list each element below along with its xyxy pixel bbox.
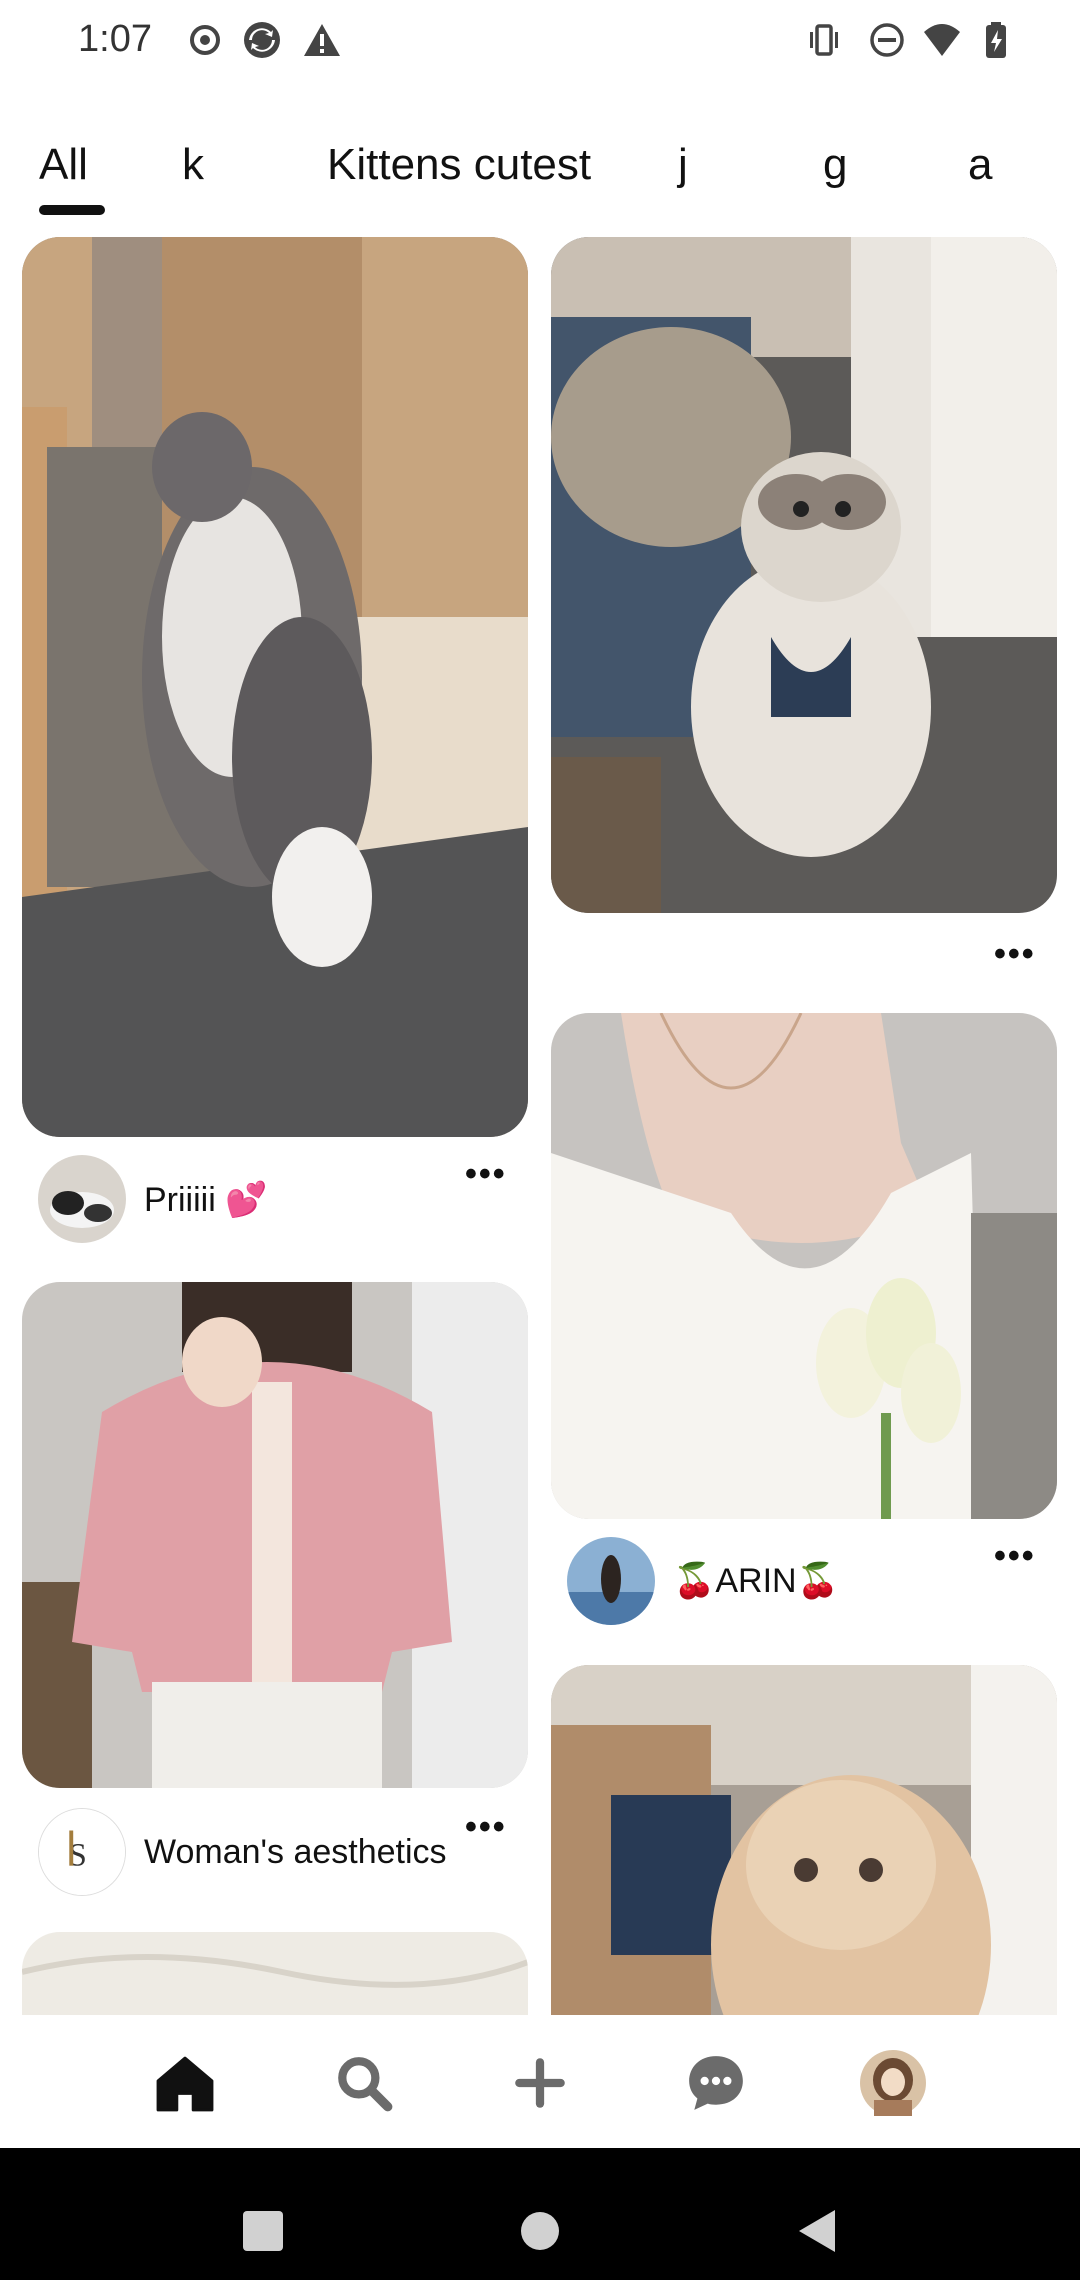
pin-image-pink-cardigan[interactable] [22,1282,528,1788]
tab-g[interactable]: g [823,140,847,190]
tab-a[interactable]: a [968,140,992,190]
warning-icon [302,20,342,60]
home-button[interactable] [520,2211,560,2256]
more-options-button[interactable]: ••• [465,1808,507,1847]
pin-image-white-fabric[interactable] [22,1932,528,2015]
back-button[interactable] [797,2208,837,2259]
more-options-button[interactable]: ••• [994,935,1036,974]
author-name[interactable]: Woman's aesthetics [144,1833,447,1872]
recents-button[interactable] [243,2211,283,2256]
profile-avatar[interactable] [855,2045,931,2121]
system-navigation-bar [0,2148,1080,2280]
dnd-icon [867,20,907,60]
pin-image-ragdoll-cat[interactable] [551,237,1057,913]
board-tabs: All k Kittens cutest j g a [0,140,1080,220]
home-icon[interactable] [147,2045,223,2121]
tab-all[interactable]: All [39,140,88,190]
tab-k[interactable]: k [182,140,204,190]
avatar-arin[interactable] [567,1537,655,1625]
avatar-priiiii[interactable] [38,1155,126,1243]
author-name[interactable]: Priiiii 💕 [144,1180,268,1220]
wifi-icon [922,20,962,60]
more-options-button[interactable]: ••• [994,1537,1036,1576]
status-time: 1:07 [78,18,152,60]
pin-image-cat-standing[interactable] [22,237,528,1137]
tab-j[interactable]: j [678,140,688,190]
pin-image-moon-necklace[interactable] [551,1013,1057,1519]
sync-icon [242,20,282,60]
messages-icon[interactable] [678,2045,754,2121]
more-options-button[interactable]: ••• [465,1155,507,1194]
record-icon [185,20,225,60]
status-bar: 1:07 [0,0,1080,90]
tab-kittens-cutest[interactable]: Kittens cutest [327,140,591,190]
battery-icon [976,20,1016,60]
pin-feed[interactable]: Priiiii 💕 ••• ••• S Woman's aesthetics •… [0,235,1080,2015]
pin-image-fluffy-kitten[interactable] [551,1665,1057,2015]
bottom-navigation [0,2015,1080,2148]
vibrate-icon [804,20,844,60]
create-icon[interactable] [502,2045,578,2121]
search-icon[interactable] [326,2045,402,2121]
author-name[interactable]: 🍒ARIN🍒 [673,1561,839,1601]
avatar-womans-aesthetics[interactable]: S [38,1808,126,1896]
tab-selected-indicator [39,205,105,215]
